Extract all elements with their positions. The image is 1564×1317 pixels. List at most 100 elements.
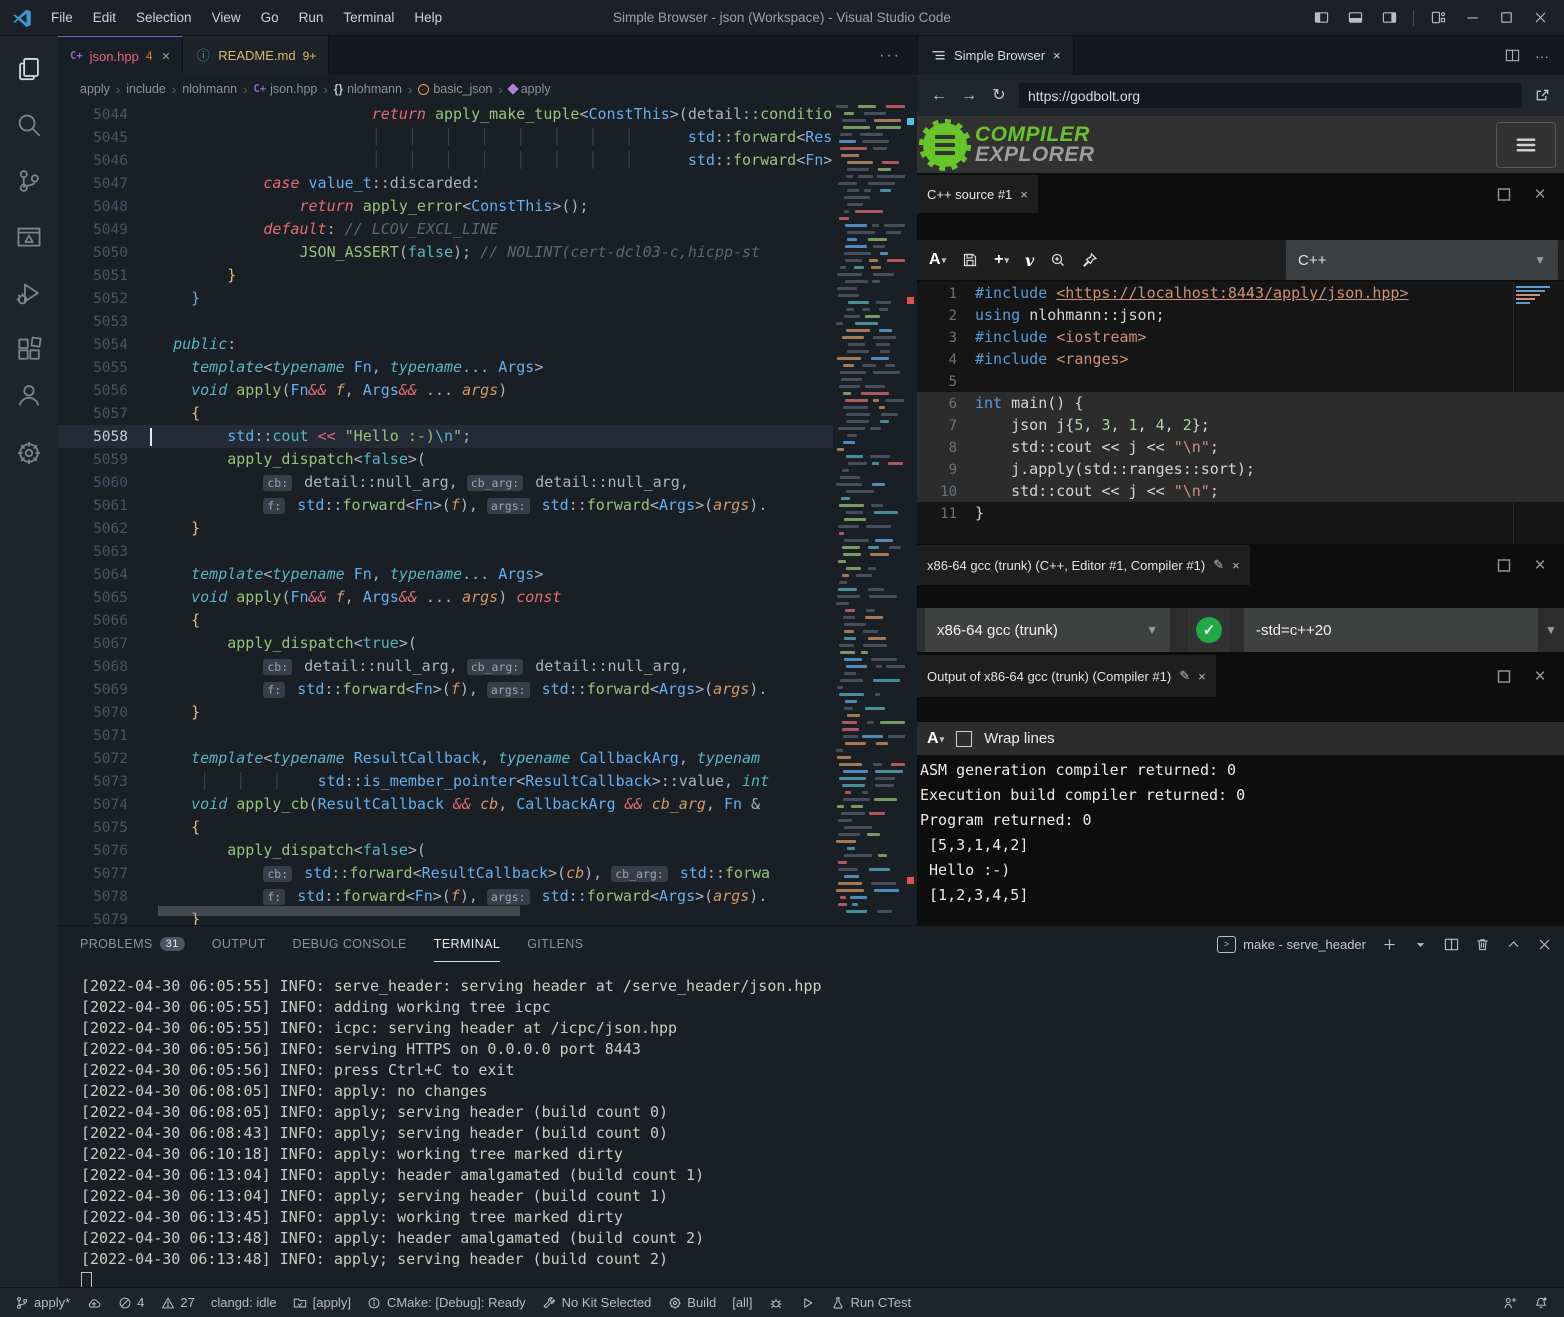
breadcrumb-nlohmann[interactable]: nlohmann (182, 82, 237, 96)
maximize-icon[interactable] (1492, 4, 1520, 32)
tab-json.hpp[interactable]: C+json.hpp4× (58, 36, 183, 75)
maximize-pane-icon[interactable] (1496, 668, 1512, 684)
hamburger-menu-icon[interactable] (1496, 122, 1556, 168)
warning-icon[interactable] (160, 1295, 175, 1310)
panel-tab-problems[interactable]: PROBLEMS31 (80, 926, 185, 962)
menu-help[interactable]: Help (405, 6, 451, 29)
breadcrumb-include[interactable]: include (126, 82, 166, 96)
add-pane-icon[interactable]: +▾ (994, 251, 1009, 269)
bug-icon[interactable] (768, 1295, 783, 1310)
menu-selection[interactable]: Selection (127, 6, 201, 29)
close-icon[interactable] (1526, 4, 1554, 32)
chevron-up-icon[interactable] (1505, 936, 1521, 952)
close-icon[interactable]: × (1198, 669, 1206, 684)
layout-left-icon[interactable] (1307, 4, 1335, 32)
breadcrumb-apply[interactable]: apply (80, 82, 110, 96)
edit-icon[interactable]: ✎ (1179, 668, 1190, 684)
caret-down-icon[interactable] (1412, 936, 1428, 952)
menu-edit[interactable]: Edit (84, 6, 125, 29)
folder-icon[interactable] (293, 1295, 308, 1310)
back-icon[interactable]: ← (929, 88, 949, 104)
panel-tab-output[interactable]: OUTPUT (212, 926, 266, 962)
status-27[interactable]: 27 (152, 1288, 202, 1317)
add-icon[interactable] (1381, 936, 1397, 952)
feedback-icon[interactable] (1502, 1295, 1517, 1310)
compiler-options-input[interactable]: -std=c++20 (1244, 608, 1538, 652)
font-size-icon[interactable]: A▾ (929, 251, 946, 269)
info-icon[interactable] (367, 1295, 382, 1310)
menu-run[interactable]: Run (290, 6, 333, 29)
edit-icon[interactable]: ✎ (1213, 557, 1224, 573)
activity-run-debug[interactable] (5, 270, 53, 316)
vim-mode-icon[interactable]: v (1025, 251, 1034, 270)
split-icon[interactable] (1443, 936, 1459, 952)
status--all-[interactable]: [all] (724, 1288, 760, 1317)
breadcrumb[interactable]: apply›include›nlohmann›C+json.hpp›{}nloh… (58, 75, 917, 103)
maximize-pane-icon[interactable] (1496, 186, 1512, 202)
more-actions-icon[interactable]: ··· (1534, 48, 1550, 64)
play-icon[interactable] (799, 1295, 814, 1310)
close-pane-icon[interactable]: × (1532, 557, 1548, 573)
trash-icon[interactable] (1474, 936, 1490, 952)
wrap-lines-checkbox[interactable] (956, 731, 972, 747)
close-icon[interactable]: × (1232, 558, 1240, 573)
layout-bottom-icon[interactable] (1341, 4, 1369, 32)
menu-file[interactable]: File (42, 6, 82, 29)
activity-explorer[interactable] (5, 46, 53, 92)
minimize-icon[interactable] (1458, 4, 1486, 32)
menu-view[interactable]: View (203, 6, 250, 29)
pin-icon[interactable] (1082, 252, 1098, 268)
tab-compiler[interactable]: x86-64 gcc (trunk) (C++, Editor #1, Comp… (917, 545, 1250, 585)
bell-dot-icon[interactable] (1533, 1295, 1548, 1310)
save-icon[interactable] (962, 252, 978, 268)
status-cloud-upload[interactable] (78, 1288, 109, 1317)
more-tabs-icon[interactable]: ··· (863, 47, 917, 65)
customize-layout-icon[interactable] (1424, 4, 1452, 32)
godbolt-source-code[interactable]: 1#include <https://localhost:8443/apply/… (917, 282, 1564, 544)
close-pane-icon[interactable]: × (1532, 668, 1548, 684)
status-apply-[interactable]: apply* (6, 1288, 78, 1317)
breadcrumb-nlohmann[interactable]: {}nlohmann (334, 82, 402, 96)
menu-terminal[interactable]: Terminal (334, 6, 403, 29)
status-build[interactable]: Build (659, 1288, 724, 1317)
open-external-icon[interactable] (1532, 88, 1552, 104)
activity-extensions[interactable] (5, 326, 53, 372)
menu-go[interactable]: Go (252, 6, 288, 29)
breadcrumb-json.hpp[interactable]: C+json.hpp (253, 82, 317, 96)
close-icon[interactable] (1536, 936, 1552, 952)
status-play[interactable] (791, 1288, 822, 1317)
options-dropdown-icon[interactable]: ▼ (1538, 623, 1564, 637)
activity-search[interactable] (5, 102, 53, 148)
reload-icon[interactable]: ↻ (989, 88, 1009, 104)
code-editor[interactable]: 5044 return apply_make_tuple<ConstThis>(… (58, 103, 833, 925)
terminal-selector[interactable]: >make - serve_header (1217, 936, 1366, 953)
tab-output[interactable]: Output of x86-64 gcc (trunk) (Compiler #… (917, 655, 1216, 697)
forward-icon[interactable]: → (959, 88, 979, 104)
minimap[interactable] (833, 103, 905, 925)
status-4[interactable]: 4 (109, 1288, 152, 1317)
zoom-icon[interactable] (1050, 252, 1066, 268)
gear-icon[interactable] (667, 1295, 682, 1310)
beaker-icon[interactable] (830, 1295, 845, 1310)
maximize-pane-icon[interactable] (1496, 557, 1512, 573)
tab-cpp-source[interactable]: C++ source #1 × (917, 175, 1038, 213)
status-bug[interactable] (760, 1288, 791, 1317)
breadcrumb-apply[interactable]: apply (509, 82, 551, 96)
tab-readme.md[interactable]: ⓘREADME.md9+ (183, 36, 329, 75)
status-run-ctest[interactable]: Run CTest (822, 1288, 919, 1317)
url-input[interactable]: https://godbolt.org (1019, 83, 1522, 108)
activity-settings[interactable] (5, 430, 53, 476)
error-icon[interactable] (117, 1295, 132, 1310)
language-select[interactable]: C++ ▼ (1286, 240, 1558, 280)
font-size-icon[interactable]: A▾ (927, 730, 944, 748)
status--apply-[interactable]: [apply] (285, 1288, 359, 1317)
branch-icon[interactable] (14, 1295, 29, 1310)
terminal[interactable]: [2022-04-30 06:05:55] INFO: serve_header… (58, 962, 1564, 1287)
activity-live-preview[interactable] (5, 214, 53, 260)
status-clangd-idle[interactable]: clangd: idle (203, 1288, 285, 1317)
status-cmake-debug-ready[interactable]: CMake: [Debug]: Ready (359, 1288, 534, 1317)
close-icon[interactable]: × (162, 48, 171, 65)
split-editor-icon[interactable] (1504, 48, 1520, 64)
panel-tab-terminal[interactable]: TERMINAL (434, 926, 500, 962)
compiler-select[interactable]: x86-64 gcc (trunk) ▼ (925, 608, 1170, 652)
